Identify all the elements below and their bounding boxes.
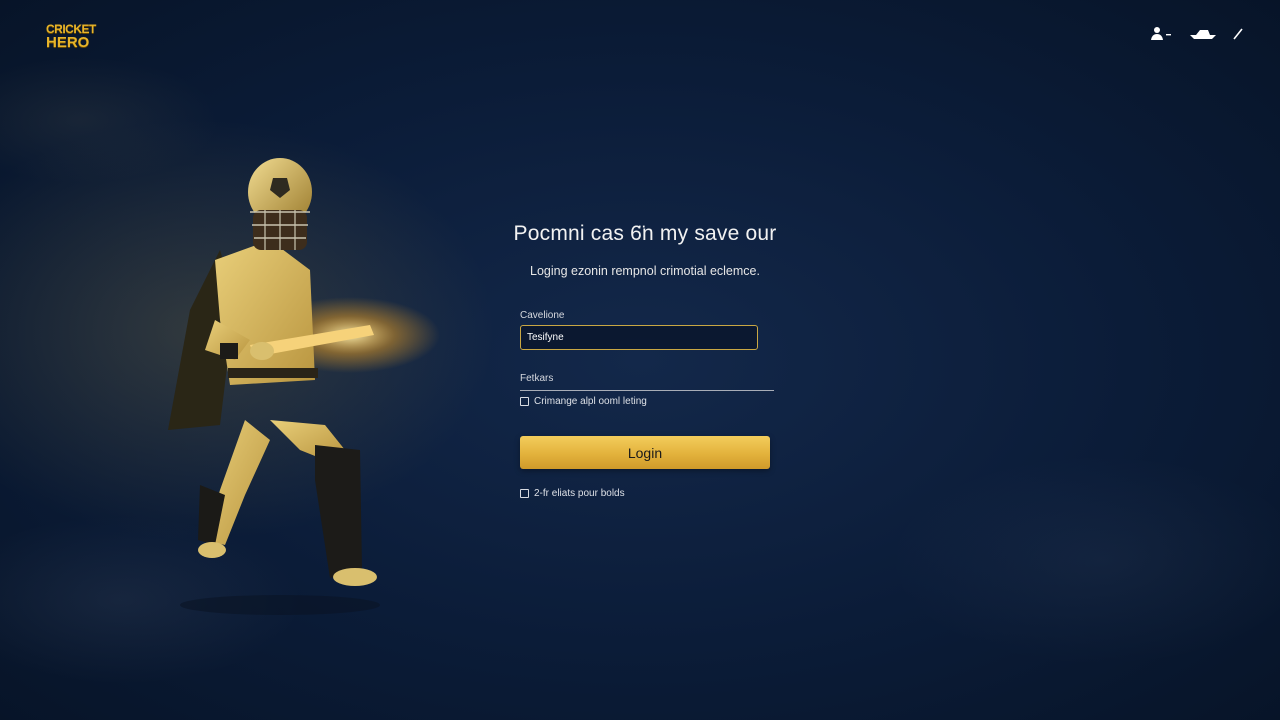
page-headline: Pocmni cas 6̈n my save our	[513, 222, 777, 245]
logo-line-2: HERO	[46, 34, 90, 51]
username-input[interactable]	[520, 325, 758, 350]
remember-checkbox-row[interactable]: Crimange alpl ooml leting	[520, 396, 647, 407]
person-icon[interactable]	[1150, 26, 1174, 42]
remember-checkbox-label: Crimange alpl ooml leting	[534, 396, 647, 407]
two-factor-checkbox-row[interactable]: 2-fr eliats pour bolds	[520, 488, 625, 499]
top-right-icons	[1150, 26, 1244, 42]
login-button[interactable]: Login	[520, 436, 770, 469]
username-label: Cavelione	[520, 310, 565, 321]
pen-icon[interactable]	[1232, 27, 1244, 41]
cricket-player-illustration	[168, 158, 440, 615]
two-factor-checkbox[interactable]	[520, 489, 529, 498]
remember-checkbox[interactable]	[520, 397, 529, 406]
cricket-hero-logo: CRICKET HERO	[46, 22, 102, 50]
boat-icon[interactable]	[1188, 27, 1218, 41]
password-label: Fetkars	[520, 373, 554, 384]
two-factor-checkbox-label: 2-fr eliats pour bolds	[534, 488, 625, 499]
password-input[interactable]	[520, 385, 774, 391]
page-subtitle: Loging ezonin rempnol crimotial eclemce.	[530, 264, 760, 278]
